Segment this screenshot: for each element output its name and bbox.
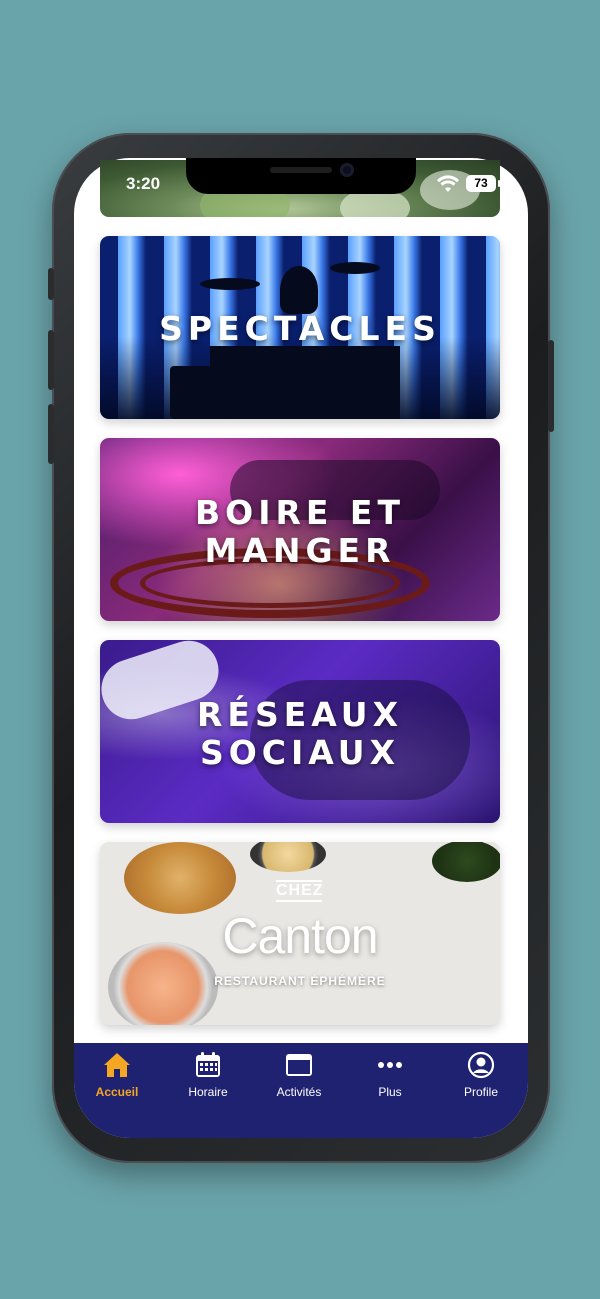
card-title-line1: BOIRE ET bbox=[195, 493, 405, 532]
tab-bar: Accueil Horaire Activités Plus Profile bbox=[74, 1043, 528, 1138]
tab-profile[interactable]: Profile bbox=[441, 1051, 521, 1107]
brand-logo: Canton bbox=[222, 908, 378, 964]
volume-down-button bbox=[48, 404, 54, 464]
brand-subtitle: RESTAURANT ÉPHÉMÈRE bbox=[214, 974, 386, 988]
card-title-line2: MANGER bbox=[204, 531, 396, 570]
card-spectacles[interactable]: SPECTACLES bbox=[100, 236, 500, 419]
tab-label: Plus bbox=[378, 1085, 402, 1099]
mute-switch bbox=[48, 268, 54, 300]
battery-icon: 73 bbox=[466, 175, 500, 192]
more-icon bbox=[378, 1062, 402, 1068]
tab-label: Profile bbox=[463, 1085, 498, 1099]
card-boire-et-manger[interactable]: BOIRE ET MANGER bbox=[100, 438, 500, 621]
card-title-line1: RÉSEAUX bbox=[196, 695, 404, 734]
tab-horaire[interactable]: Horaire bbox=[168, 1051, 248, 1107]
tab-plus[interactable]: Plus bbox=[350, 1051, 430, 1107]
power-button bbox=[548, 340, 554, 432]
tab-label: Activités bbox=[276, 1085, 322, 1099]
tab-activites[interactable]: Activités bbox=[259, 1051, 339, 1107]
status-time: 3:20 bbox=[126, 174, 161, 193]
tab-label: Horaire bbox=[188, 1085, 228, 1099]
status-bar: 3:20 73 bbox=[74, 170, 528, 200]
profile-icon bbox=[467, 1051, 495, 1079]
window-icon bbox=[286, 1054, 312, 1076]
card-reseaux-sociaux[interactable]: RÉSEAUX SOCIAUX bbox=[100, 640, 500, 823]
brand-prefix: CHEZ bbox=[276, 880, 323, 902]
calendar-icon bbox=[196, 1052, 220, 1077]
tab-accueil[interactable]: Accueil bbox=[77, 1051, 157, 1107]
volume-up-button bbox=[48, 330, 54, 390]
wifi-icon bbox=[437, 175, 459, 192]
home-icon bbox=[104, 1053, 130, 1077]
card-title: SPECTACLES bbox=[159, 309, 441, 348]
tab-label: Accueil bbox=[95, 1085, 139, 1099]
card-title-line2: SOCIAUX bbox=[199, 733, 401, 772]
